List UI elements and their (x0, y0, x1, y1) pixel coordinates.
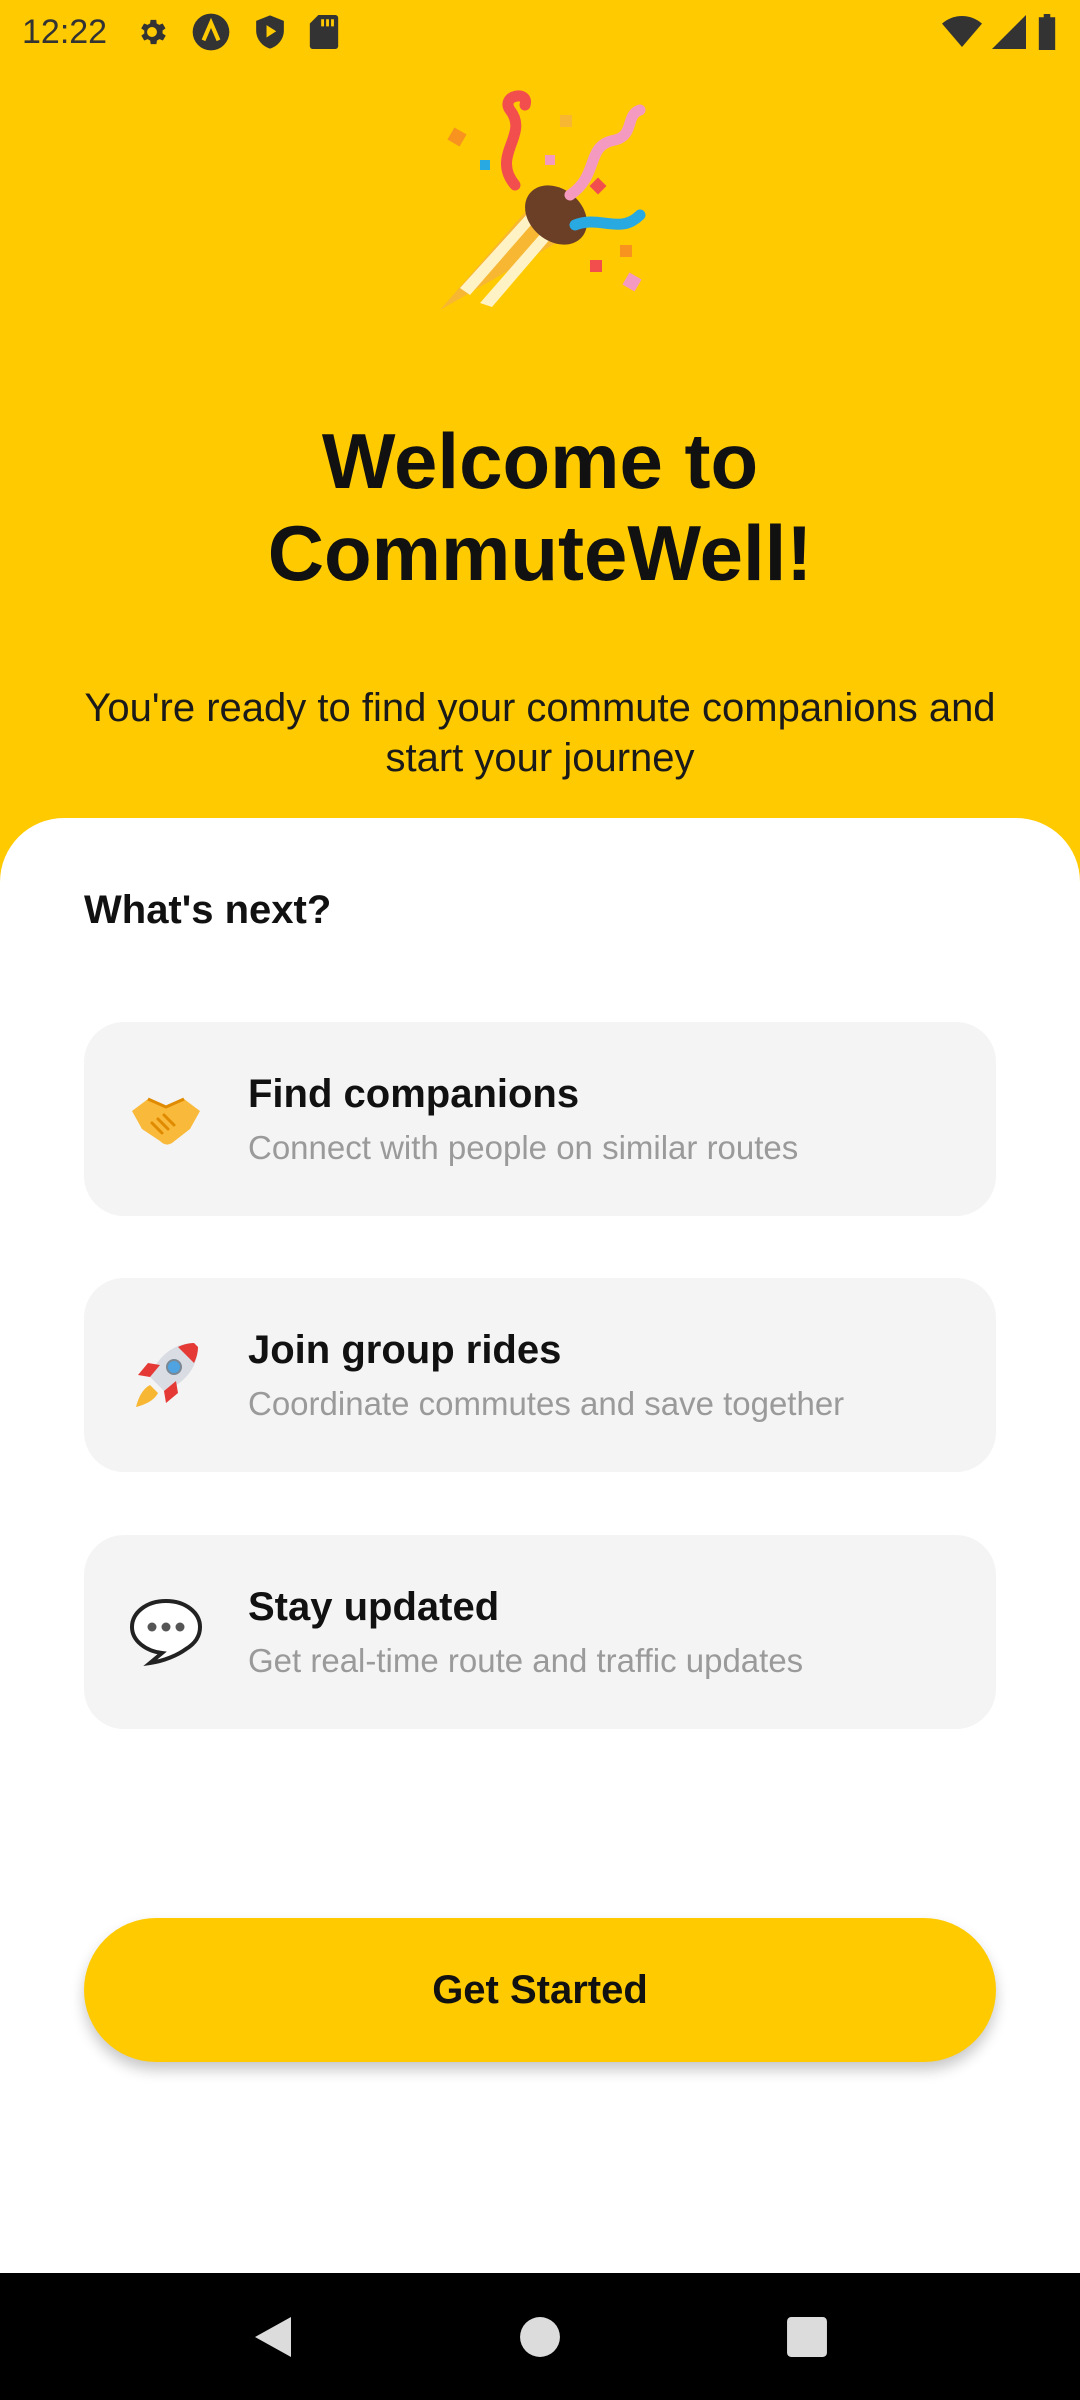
feature-title: Join group rides (248, 1328, 562, 1372)
get-started-button[interactable]: Get Started (84, 1918, 996, 2062)
shield-play-icon (253, 14, 287, 50)
gear-icon (135, 15, 169, 49)
feature-description: Connect with people on similar routes (248, 1129, 799, 1166)
feature-title: Stay updated (248, 1585, 500, 1629)
feature-card-find-companions: Find companions Connect with people on s… (84, 1022, 996, 1216)
welcome-title: Welcome to CommuteWell! (0, 415, 1080, 599)
feature-card-stay-updated: Stay updated Get real-time route and tra… (84, 1535, 996, 1729)
handshake-icon (126, 1079, 206, 1159)
back-icon[interactable] (233, 2297, 313, 2377)
welcome-title-line1: Welcome to (321, 417, 759, 505)
rocket-icon (126, 1335, 206, 1415)
status-time: 12:22 (22, 12, 108, 51)
feature-title: Find companions (248, 1072, 580, 1116)
home-icon[interactable] (500, 2297, 580, 2377)
status-bar: 12:22 (0, 0, 1080, 64)
whats-next-heading: What's next? (84, 888, 332, 932)
a-circle-icon (191, 12, 231, 52)
system-nav-bar (0, 2273, 1080, 2400)
feature-card-join-group-rides: Join group rides Coordinate commutes and… (84, 1278, 996, 1472)
party-popper-icon (420, 85, 660, 325)
welcome-subtitle: You're ready to find your commute compan… (84, 686, 996, 780)
recents-icon[interactable] (767, 2297, 847, 2377)
speech-bubble-icon (126, 1592, 206, 1672)
feature-description: Coordinate commutes and save together (248, 1385, 845, 1422)
battery-icon (1036, 14, 1058, 50)
wifi-icon (942, 15, 982, 49)
welcome-title-line2: CommuteWell! (267, 509, 813, 597)
signal-icon (992, 15, 1026, 49)
sd-card-icon (309, 15, 339, 49)
feature-description: Get real-time route and traffic updates (248, 1642, 804, 1679)
